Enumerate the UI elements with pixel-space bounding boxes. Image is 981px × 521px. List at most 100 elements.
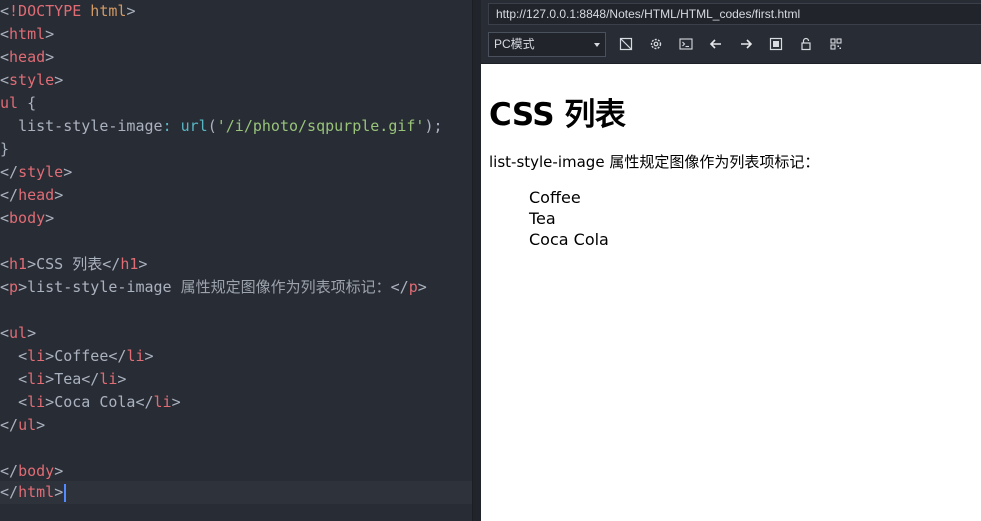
code-token: body <box>9 209 46 227</box>
code-line-21[interactable]: </body> <box>0 460 472 483</box>
qrcode-icon[interactable] <box>827 35 845 53</box>
code-line-1[interactable]: <!DOCTYPE html> <box>0 0 472 23</box>
code-token: li <box>27 393 46 411</box>
code-token: </ <box>0 462 19 480</box>
code-line-11[interactable] <box>0 230 472 253</box>
code-token: > <box>45 48 55 66</box>
code-token: Tea <box>54 370 82 388</box>
code-token: < <box>18 347 28 365</box>
code-token: '/i/photo/sqpurple.gif' <box>216 117 425 135</box>
code-token: > <box>45 347 55 365</box>
device-mode-select[interactable]: PC模式 <box>488 32 606 57</box>
code-token: li <box>27 347 46 365</box>
code-token: } <box>0 140 10 158</box>
browser-preview: http://127.0.0.1:8848/Notes/HTML/HTML_co… <box>481 0 981 521</box>
forward-arrow-icon[interactable] <box>737 35 755 53</box>
rendered-page: CSS 列表 list-style-image 属性规定图像作为列表项标记： C… <box>481 65 981 521</box>
code-token: CSS 列表 <box>36 255 103 273</box>
code-token: style <box>18 163 64 181</box>
code-token: html <box>81 2 127 20</box>
code-token: li <box>99 370 118 388</box>
caret-down-icon <box>594 43 600 47</box>
url-bar[interactable]: http://127.0.0.1:8848/Notes/HTML/HTML_co… <box>488 3 981 25</box>
console-icon[interactable] <box>677 35 695 53</box>
code-token: ; <box>433 117 443 135</box>
back-arrow-icon[interactable] <box>707 35 725 53</box>
code-line-15[interactable]: <ul> <box>0 322 472 345</box>
code-line-22-active[interactable]: </html> <box>0 481 472 504</box>
code-token: > <box>417 278 427 296</box>
pane-splitter[interactable] <box>472 0 481 521</box>
code-token: < <box>0 25 10 43</box>
code-line-20[interactable] <box>0 437 472 460</box>
code-line-9[interactable]: </head> <box>0 184 472 207</box>
code-line-14[interactable] <box>0 299 472 322</box>
code-token: > <box>54 483 64 501</box>
code-token: html <box>9 25 46 43</box>
code-line-18[interactable]: <li>Coca Cola</li> <box>0 391 472 414</box>
code-token: </ <box>102 255 121 273</box>
screenshot-icon[interactable] <box>617 35 635 53</box>
code-line-8[interactable]: </style> <box>0 161 472 184</box>
code-token: </ <box>0 483 19 501</box>
page-paragraph: list-style-image 属性规定图像作为列表项标记： <box>489 153 820 171</box>
code-token: > <box>144 347 154 365</box>
code-line-2[interactable]: <html> <box>0 23 472 46</box>
code-line-16[interactable]: <li>Coffee</li> <box>0 345 472 368</box>
code-token: > <box>54 186 64 204</box>
code-token: > <box>45 209 55 227</box>
code-token: < <box>18 393 28 411</box>
code-token: </ <box>0 416 19 434</box>
code-line-13[interactable]: <p>list-style-image 属性规定图像作为列表项标记：</p> <box>0 276 472 299</box>
code-token: < <box>0 2 10 20</box>
list-item: Tea <box>529 209 556 228</box>
settings-icon[interactable] <box>647 35 665 53</box>
code-token: head <box>9 48 46 66</box>
page-heading: CSS 列表 <box>489 97 626 133</box>
code-token: < <box>0 324 10 342</box>
code-line-10[interactable]: <body> <box>0 207 472 230</box>
code-line-12[interactable]: <h1>CSS 列表</h1> <box>0 253 472 276</box>
code-token: > <box>45 370 55 388</box>
code-token: > <box>18 278 28 296</box>
code-token: !DOCTYPE <box>9 2 82 20</box>
code-token: </ <box>108 347 127 365</box>
code-token: 属性规定图像作为列表项标记： <box>180 278 391 296</box>
code-token: p <box>408 278 418 296</box>
code-token: </ <box>390 278 409 296</box>
code-token: </ <box>81 370 100 388</box>
stop-icon[interactable] <box>767 35 785 53</box>
code-token: h1 <box>9 255 28 273</box>
code-token: body <box>18 462 55 480</box>
code-line-6[interactable]: list-style-image: url('/i/photo/sqpurple… <box>0 115 472 138</box>
code-line-17[interactable]: <li>Tea</li> <box>0 368 472 391</box>
code-line-5[interactable]: ul { <box>0 92 472 115</box>
code-token: head <box>18 186 55 204</box>
code-token: p <box>9 278 19 296</box>
code-token: url <box>180 117 208 135</box>
code-editor[interactable]: <!DOCTYPE html> <html> <head> <style> ul… <box>0 0 472 521</box>
window: <!DOCTYPE html> <html> <head> <style> ul… <box>0 0 981 521</box>
code-token: ) <box>424 117 434 135</box>
list-item: Coca Cola <box>529 230 609 249</box>
code-token: list-style-image <box>18 117 163 135</box>
code-token: ul <box>0 94 19 112</box>
code-line-19[interactable]: </ul> <box>0 414 472 437</box>
code-token: : <box>162 117 181 135</box>
code-line-7[interactable]: } <box>0 138 472 161</box>
code-line-3[interactable]: <head> <box>0 46 472 69</box>
code-token: h1 <box>120 255 139 273</box>
list-item: Coffee <box>529 188 581 207</box>
code-token: < <box>18 370 28 388</box>
code-token: > <box>45 393 55 411</box>
code-token: > <box>126 2 136 20</box>
code-token: html <box>18 483 55 501</box>
code-token: > <box>45 25 55 43</box>
code-token: ( <box>207 117 217 135</box>
lock-icon[interactable] <box>797 35 815 53</box>
code-token: < <box>0 48 10 66</box>
code-line-4[interactable]: <style> <box>0 69 472 92</box>
